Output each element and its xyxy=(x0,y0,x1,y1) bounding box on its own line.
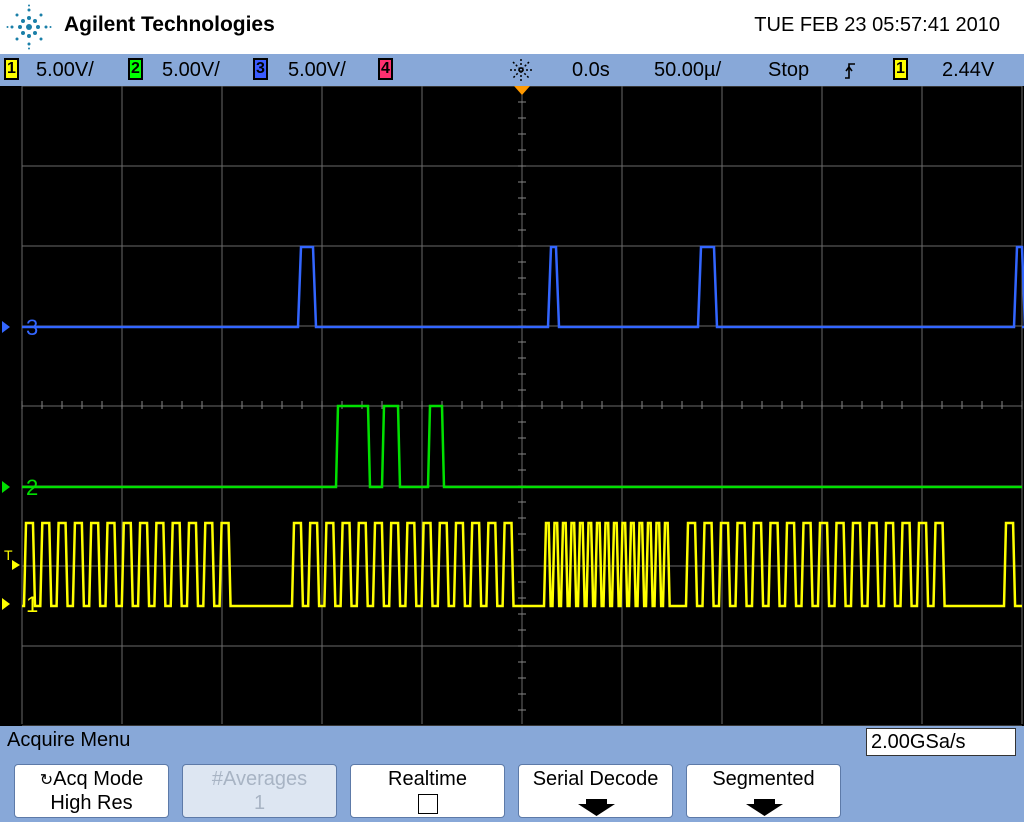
channel-2-label: 2 xyxy=(26,475,38,500)
trigger-level-marker xyxy=(12,560,20,570)
segmented-label: Segmented xyxy=(712,768,815,790)
acq-mode-softkey[interactable]: ↻Acq Mode High Res xyxy=(14,764,169,818)
brand-name: Agilent Technologies xyxy=(64,13,275,36)
acq-mode-label: Acq Mode xyxy=(53,768,144,790)
softkey-menu: Acquire Menu 2.00GSa/s ↻Acq Mode High Re… xyxy=(0,726,1024,822)
trigger-position-marker xyxy=(514,86,530,95)
averages-value: 1 xyxy=(253,792,266,814)
rotate-knob-icon: ↻ xyxy=(39,772,54,789)
trigger-source-badge[interactable]: 1 xyxy=(893,58,908,80)
submenu-arrow-icon xyxy=(578,799,615,816)
channel-2-ground-marker xyxy=(2,481,10,493)
graticule: 3 2 1 T xyxy=(2,86,1024,726)
channel-3-label: 3 xyxy=(26,315,38,340)
averages-softkey[interactable]: #Averages 1 xyxy=(182,764,337,818)
realtime-label: Realtime xyxy=(388,768,467,790)
channel-3-badge[interactable]: 3 xyxy=(253,58,268,80)
trigger-level[interactable]: 2.44V xyxy=(942,58,994,82)
channel-1-badge[interactable]: 1 xyxy=(4,58,19,80)
channel-1-label: 1 xyxy=(26,592,38,617)
acq-mode-value: High Res xyxy=(50,792,133,814)
trigger-marker-label: T xyxy=(4,547,13,563)
channel-3-scale: 5.00V/ xyxy=(288,59,346,81)
sample-rate: 2.00GSa/s xyxy=(866,728,1016,756)
waveform-display[interactable]: 3 2 1 T xyxy=(0,86,1024,726)
delay-value[interactable]: 0.0s xyxy=(572,58,610,82)
timebase-value[interactable]: 50.00µ/ xyxy=(654,58,721,82)
channel-2-badge[interactable]: 2 xyxy=(128,58,143,80)
submenu-arrow-icon xyxy=(746,799,783,816)
averages-label: #Averages xyxy=(211,768,308,790)
channel-4-badge[interactable]: 4 xyxy=(378,58,393,80)
realtime-checkbox[interactable] xyxy=(418,794,438,814)
channel-2-scale: 5.00V/ xyxy=(162,59,220,81)
channel-1-ground-marker xyxy=(2,598,10,610)
datetime: TUE FEB 23 05:57:41 2010 xyxy=(754,14,1000,36)
serial-decode-label: Serial Decode xyxy=(532,768,659,790)
channel-1-scale: 5.00V/ xyxy=(36,59,94,81)
header: Agilent Technologies TUE FEB 23 05:57:41… xyxy=(0,0,1024,54)
serial-decode-softkey[interactable]: Serial Decode xyxy=(518,764,673,818)
realtime-softkey[interactable]: Realtime xyxy=(350,764,505,818)
acquisition-spark-icon xyxy=(510,59,532,81)
rising-edge-icon xyxy=(845,63,855,79)
channel-3-ground-marker xyxy=(2,321,10,333)
channel-3-trace xyxy=(22,245,1024,329)
menu-title: Acquire Menu xyxy=(7,729,131,751)
status-bar: 1 5.00V/ 2 5.00V/ 3 5.00V/ 4 0.0s 50.00µ… xyxy=(0,54,1024,86)
segmented-softkey[interactable]: Segmented xyxy=(686,764,841,818)
agilent-spark-icon xyxy=(6,4,52,50)
run-state[interactable]: Stop xyxy=(768,58,809,82)
